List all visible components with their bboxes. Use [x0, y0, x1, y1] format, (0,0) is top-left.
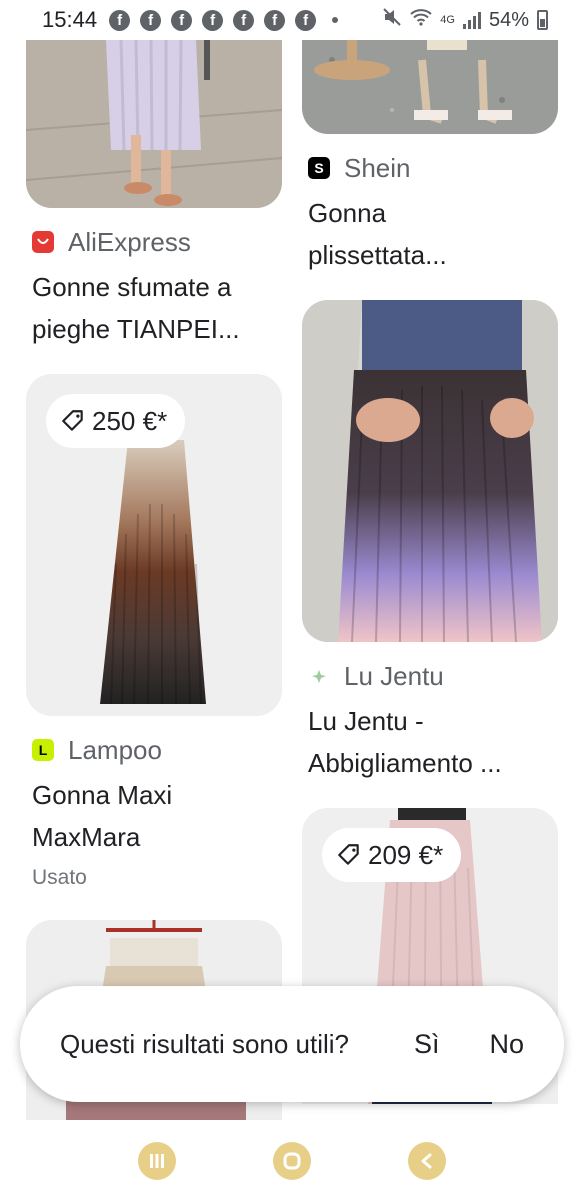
recent-apps-button[interactable]	[138, 1142, 177, 1180]
source-name: Shein	[344, 152, 411, 183]
source-name: Lu Jentu	[344, 660, 444, 691]
shein-logo-icon: S	[308, 157, 330, 179]
feedback-prompt: Questi risultati sono utili? Sì No	[20, 986, 564, 1102]
source-row[interactable]: Lu Jentu	[302, 660, 558, 692]
battery-icon	[537, 10, 548, 30]
product-photo-sandals-on-pavement	[302, 40, 558, 134]
product-photo-pleated-skirt-lilac	[26, 40, 282, 208]
aliexpress-logo-icon	[32, 231, 54, 253]
feedback-yes-button[interactable]: Sì	[414, 1029, 440, 1060]
result-condition: Usato	[32, 866, 87, 889]
facebook-icon: f	[202, 9, 224, 31]
price-tag-icon	[338, 844, 359, 865]
facebook-icon: f	[264, 9, 286, 31]
source-row[interactable]: AliExpress	[26, 226, 282, 258]
clock: 15:44	[42, 7, 98, 32]
facebook-icon: f	[109, 9, 131, 31]
result-image[interactable]	[26, 40, 282, 208]
result-title[interactable]: Lu Jentu - Abbigliamento ...	[302, 700, 558, 784]
source-row[interactable]: S Shein	[302, 152, 558, 184]
result-title[interactable]: Gonne sfumate a pieghe TIANPEI...	[26, 266, 282, 350]
result-title[interactable]: Gonna plissettata...	[302, 192, 558, 276]
source-name: Lampoo	[68, 734, 162, 765]
mute-icon	[382, 7, 402, 33]
recent-apps-icon	[150, 1154, 165, 1168]
facebook-icon: f	[295, 9, 317, 31]
facebook-icon: f	[140, 9, 162, 31]
price-badge: 250 €*	[46, 394, 186, 448]
system-nav-bar	[0, 1122, 584, 1200]
back-button[interactable]	[407, 1142, 446, 1180]
results-column-left: AliExpress Gonne sfumate a pieghe TIANPE…	[26, 40, 282, 1120]
results-column-right: S Shein Gonna plissettata... Lu Jentu Lu…	[302, 40, 558, 1104]
feedback-no-button[interactable]: No	[489, 1029, 524, 1060]
product-photo-purple-ombre-skirt	[302, 300, 558, 642]
battery-level: 54%	[488, 8, 529, 31]
status-bar: 15:44 f f f f f f f 4G 54%	[0, 0, 584, 40]
result-image[interactable]	[302, 40, 558, 134]
price-tag-icon	[62, 410, 83, 431]
result-image[interactable]: 250 €*	[26, 374, 282, 716]
price-badge: 209 €*	[322, 828, 462, 882]
lu-jentu-logo-icon	[308, 665, 330, 687]
result-image[interactable]	[302, 300, 558, 642]
source-row[interactable]: L Lampoo	[26, 734, 282, 766]
network-type: 4G	[440, 13, 455, 26]
signal-icon	[462, 11, 481, 29]
more-notifications-icon	[332, 17, 339, 23]
facebook-icon: f	[171, 9, 193, 31]
lampoo-logo-icon: L	[32, 739, 54, 761]
home-button[interactable]	[272, 1142, 311, 1180]
feedback-question: Questi risultati sono utili?	[60, 1029, 350, 1059]
result-title[interactable]: Gonna Maxi MaxMara	[26, 774, 282, 858]
back-icon	[421, 1153, 432, 1169]
wifi-icon	[410, 8, 432, 32]
facebook-icon: f	[233, 9, 255, 31]
source-name: AliExpress	[68, 226, 191, 257]
home-icon	[283, 1152, 301, 1170]
